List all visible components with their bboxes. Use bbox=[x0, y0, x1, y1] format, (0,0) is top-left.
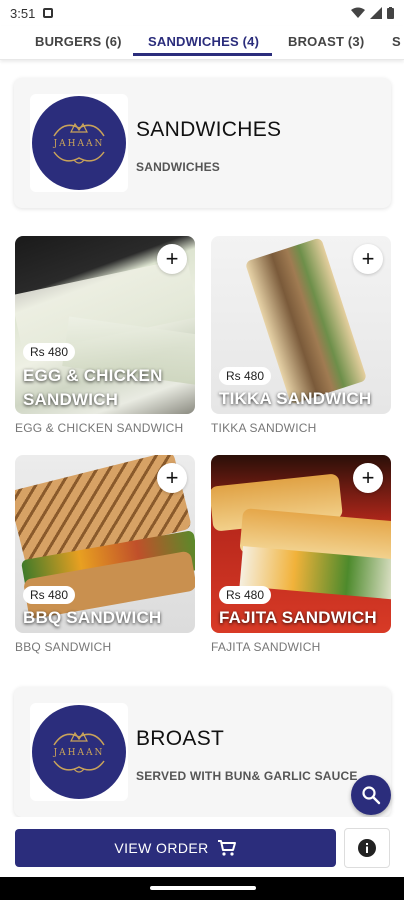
add-to-cart-button[interactable]: + bbox=[157, 244, 187, 274]
status-time: 3:51 bbox=[10, 5, 36, 21]
logo-badge: JAHAAN bbox=[32, 96, 126, 190]
add-to-cart-button[interactable]: + bbox=[353, 463, 383, 493]
product-name: EGG & CHICKEN SANDWICH bbox=[23, 366, 163, 409]
info-button[interactable] bbox=[344, 828, 390, 868]
notification-icon bbox=[43, 8, 54, 18]
logo-text: JAHAAN bbox=[53, 748, 105, 758]
crown-icon bbox=[53, 731, 105, 746]
product-caption: TIKKA SANDWICH bbox=[211, 421, 317, 435]
category-title: BROAST bbox=[136, 727, 225, 750]
status-bar: 3:51 bbox=[0, 0, 404, 26]
plus-icon: + bbox=[361, 465, 375, 490]
category-title: SANDWICHES bbox=[136, 118, 282, 141]
crown-icon bbox=[53, 122, 105, 137]
wifi-icon bbox=[351, 7, 365, 18]
product-card-bbq[interactable]: + Rs 480 BBQ SANDWICH BBQ SANDWICH bbox=[15, 455, 195, 654]
search-button[interactable] bbox=[351, 775, 391, 815]
price-badge: Rs 480 bbox=[23, 343, 76, 361]
product-caption: BBQ SANDWICH bbox=[15, 640, 112, 654]
view-order-button[interactable]: VIEW ORDER bbox=[15, 829, 336, 867]
active-tab-indicator bbox=[133, 53, 272, 56]
search-icon bbox=[362, 786, 381, 805]
ornament-icon bbox=[53, 760, 105, 773]
price-badge: Rs 480 bbox=[23, 586, 76, 604]
category-header-sandwiches: JAHAAN SANDWICHES SANDWICHES bbox=[14, 78, 391, 208]
battery-icon bbox=[387, 7, 394, 19]
product-caption: FAJITA SANDWICH bbox=[211, 640, 321, 654]
menu-content[interactable]: JAHAAN SANDWICHES SANDWICHES + Rs 480 EG… bbox=[0, 60, 404, 817]
restaurant-logo: JAHAAN bbox=[30, 703, 128, 801]
category-subtitle: SERVED WITH BUN& GARLIC SAUCE bbox=[136, 769, 358, 783]
cart-icon bbox=[217, 840, 236, 856]
tab-next[interactable]: S bbox=[392, 34, 401, 49]
restaurant-logo: JAHAAN bbox=[30, 94, 128, 192]
plus-icon: + bbox=[165, 246, 179, 271]
product-image[interactable]: + Rs 480 FAJITA SANDWICH bbox=[211, 455, 391, 633]
product-image[interactable]: + Rs 480 EGG & CHICKEN SANDWICH bbox=[15, 236, 195, 414]
ornament-icon bbox=[53, 151, 105, 164]
tab-sandwiches[interactable]: SANDWICHES (4) bbox=[148, 34, 259, 49]
info-icon bbox=[358, 839, 376, 857]
plus-icon: + bbox=[165, 465, 179, 490]
add-to-cart-button[interactable]: + bbox=[353, 244, 383, 274]
product-image[interactable]: + Rs 480 BBQ SANDWICH bbox=[15, 455, 195, 633]
price-badge: Rs 480 bbox=[219, 586, 272, 604]
category-subtitle: SANDWICHES bbox=[136, 160, 221, 174]
tab-burgers[interactable]: BURGERS (6) bbox=[35, 34, 122, 49]
view-order-label: VIEW ORDER bbox=[114, 840, 209, 856]
product-card-tikka[interactable]: + Rs 480 TIKKA SANDWICH TIKKA SANDWICH bbox=[211, 236, 391, 435]
tab-previous[interactable] bbox=[0, 34, 4, 49]
product-caption: EGG & CHICKEN SANDWICH bbox=[15, 421, 184, 435]
product-card-fajita[interactable]: + Rs 480 FAJITA SANDWICH FAJITA SANDWICH bbox=[211, 455, 391, 654]
price-badge: Rs 480 bbox=[219, 367, 272, 385]
bottom-action-bar: VIEW ORDER bbox=[0, 817, 404, 877]
tab-broast[interactable]: BROAST (3) bbox=[288, 34, 364, 49]
home-gesture-handle[interactable] bbox=[150, 886, 256, 890]
category-header-broast: JAHAAN BROAST SERVED WITH BUN& GARLIC SA… bbox=[14, 687, 391, 817]
plus-icon: + bbox=[361, 246, 375, 271]
product-name: BBQ SANDWICH bbox=[23, 608, 162, 627]
system-navigation-bar bbox=[0, 877, 404, 900]
logo-badge: JAHAAN bbox=[32, 705, 126, 799]
product-name: FAJITA SANDWICH bbox=[219, 608, 377, 627]
product-image[interactable]: + Rs 480 TIKKA SANDWICH bbox=[211, 236, 391, 414]
logo-text: JAHAAN bbox=[53, 139, 105, 149]
status-icons bbox=[351, 7, 394, 19]
signal-icon bbox=[370, 7, 382, 19]
product-card-egg-chicken[interactable]: + Rs 480 EGG & CHICKEN SANDWICH EGG & CH… bbox=[15, 236, 195, 435]
product-name: TIKKA SANDWICH bbox=[219, 389, 372, 408]
add-to-cart-button[interactable]: + bbox=[157, 463, 187, 493]
